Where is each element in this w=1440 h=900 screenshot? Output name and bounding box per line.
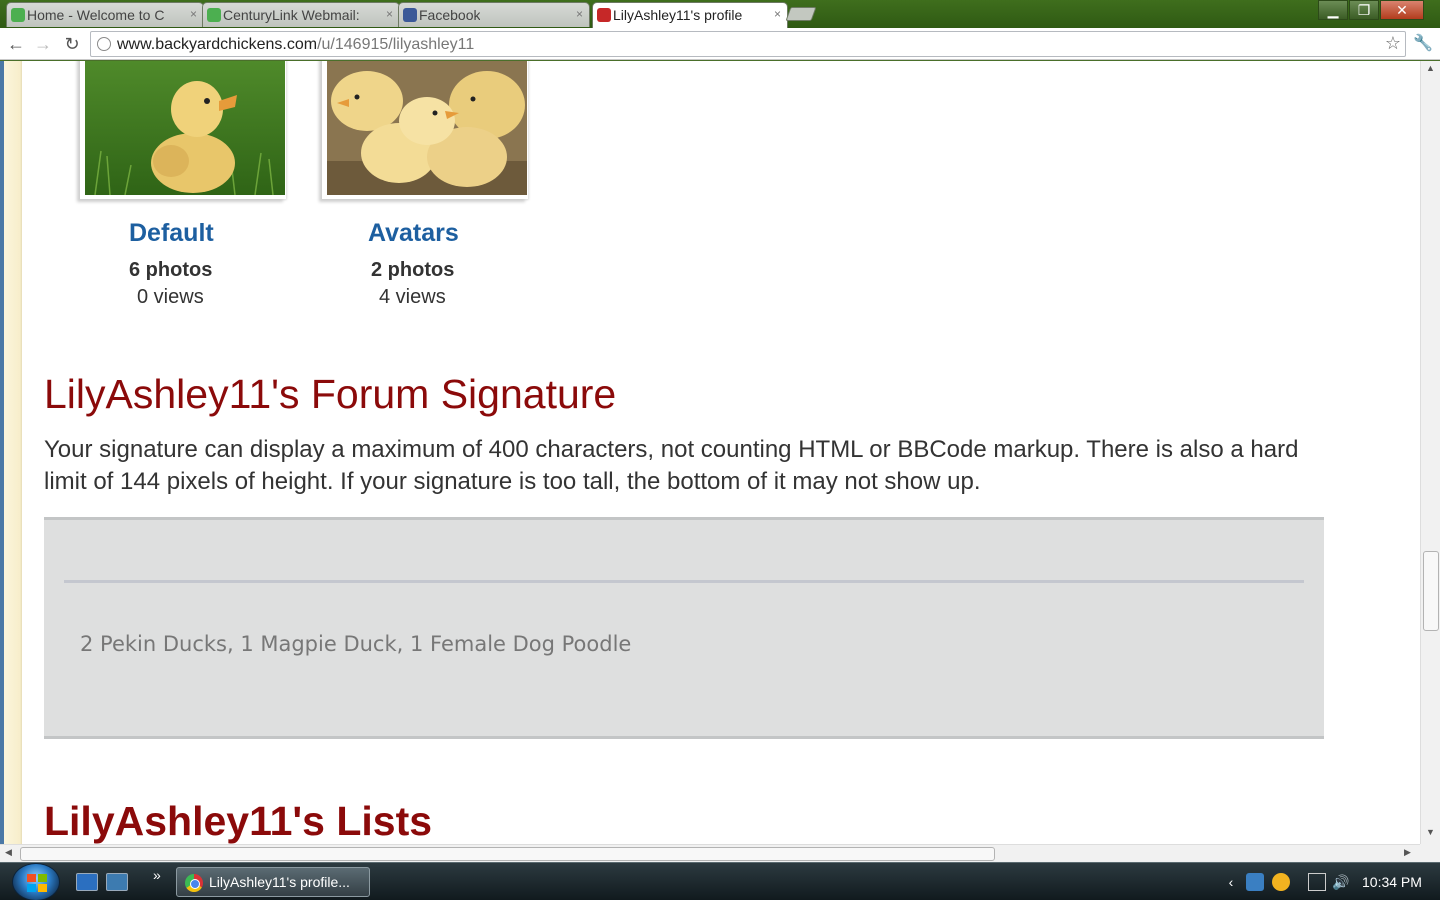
signature-divider [64, 580, 1304, 583]
clock[interactable]: 10:34 PM [1362, 874, 1422, 890]
forward-button[interactable]: → [32, 33, 54, 55]
tab-title: Facebook [419, 7, 481, 23]
close-icon[interactable]: × [576, 7, 583, 21]
lists-heading: LilyAshley11's Lists [44, 798, 433, 844]
url-path: /u/146915/lilyashley11 [317, 36, 475, 53]
close-icon[interactable]: × [774, 7, 781, 21]
album-title[interactable]: Avatars [368, 219, 459, 248]
facebook-favicon-icon [403, 8, 417, 22]
close-icon[interactable]: × [190, 7, 197, 21]
ducklings-photo[interactable] [327, 61, 527, 195]
tray-app-icon[interactable] [1246, 873, 1264, 891]
back-button[interactable]: ← [5, 33, 27, 55]
tab-title: CenturyLink Webmail: [223, 7, 360, 23]
window-titlebar: Home - Welcome to C × CenturyLink Webmai… [0, 0, 1440, 28]
maximize-button[interactable]: ❐ [1349, 0, 1379, 20]
signature-box: 2 Pekin Ducks, 1 Magpie Duck, 1 Female D… [44, 517, 1324, 739]
volume-icon[interactable]: 🔊 [1332, 873, 1350, 891]
scrollbar-corner [1420, 844, 1440, 862]
show-hidden-icons-icon[interactable]: ‹ [1222, 873, 1240, 891]
signature-text: 2 Pekin Ducks, 1 Magpie Duck, 1 Female D… [80, 632, 632, 656]
tab-webmail[interactable]: CenturyLink Webmail: × [202, 2, 400, 27]
tab-title: Home - Welcome to C [27, 7, 165, 23]
show-desktop-icon[interactable] [76, 873, 98, 891]
minimize-button[interactable]: ▁ [1318, 0, 1348, 20]
tab-facebook[interactable]: Facebook × [398, 2, 590, 27]
signature-heading: LilyAshley11's Forum Signature [44, 371, 617, 417]
tab-profile[interactable]: LilyAshley11's profile × [592, 2, 788, 28]
close-icon[interactable]: × [386, 7, 393, 21]
page-left-border [0, 61, 22, 844]
more-icon[interactable]: » [153, 867, 161, 883]
windows-logo-icon [27, 874, 47, 892]
album-title[interactable]: Default [129, 219, 214, 248]
vertical-scrollbar[interactable]: ▲ ▼ [1420, 61, 1440, 844]
album-photo-count: 6 photos [129, 259, 213, 281]
taskbar-chrome-window[interactable]: LilyAshley11's profile... [176, 867, 370, 897]
switch-windows-icon[interactable] [106, 873, 128, 891]
windows-taskbar: » LilyAshley11's profile... ‹ 🔊 10:34 PM [0, 862, 1440, 900]
close-window-button[interactable]: ✕ [1380, 0, 1424, 20]
url-text: www.backyardchickens.com/u/146915/lilyas… [117, 36, 474, 54]
taskbar-window-label: LilyAshley11's profile... [209, 874, 350, 890]
scroll-down-icon[interactable]: ▼ [1426, 827, 1435, 837]
reload-button[interactable]: ↻ [61, 33, 83, 55]
album-view-count: 0 views [137, 286, 204, 308]
album-view-count: 4 views [379, 286, 446, 308]
centurylink-favicon-icon [207, 8, 221, 22]
bookmark-star-icon[interactable]: ☆ [1385, 33, 1401, 54]
tab-home[interactable]: Home - Welcome to C × [6, 2, 204, 27]
address-bar[interactable]: www.backyardchickens.com/u/146915/lilyas… [90, 31, 1406, 57]
chicken-favicon-icon [597, 8, 611, 22]
network-icon[interactable] [1308, 873, 1326, 891]
horizontal-scroll-thumb[interactable] [20, 847, 995, 861]
scroll-right-icon[interactable]: ▶ [1404, 847, 1411, 858]
scroll-left-icon[interactable]: ◀ [5, 847, 12, 858]
start-button[interactable] [12, 863, 60, 900]
new-tab-button[interactable] [785, 7, 817, 21]
scroll-up-icon[interactable]: ▲ [1426, 63, 1435, 73]
page-viewport: Default 6 photos 0 views Avatars 2 photo… [0, 61, 1420, 844]
browser-toolbar: ← → ↻ www.backyardchickens.com/u/146915/… [0, 28, 1440, 60]
album-photo-count: 2 photos [371, 259, 455, 281]
url-host: www.backyardchickens.com [117, 36, 318, 53]
vertical-scroll-thumb[interactable] [1423, 551, 1439, 631]
centurylink-favicon-icon [11, 8, 25, 22]
signature-description: Your signature can display a maximum of … [44, 436, 1299, 495]
globe-icon [97, 37, 111, 51]
duckling-photo[interactable] [85, 61, 285, 195]
chrome-icon [185, 874, 203, 892]
horizontal-scrollbar[interactable]: ◀ ▶ [0, 844, 1420, 862]
tab-title: LilyAshley11's profile [613, 7, 743, 23]
smiley-icon[interactable] [1272, 873, 1290, 891]
wrench-icon[interactable]: 🔧 [1413, 33, 1433, 53]
